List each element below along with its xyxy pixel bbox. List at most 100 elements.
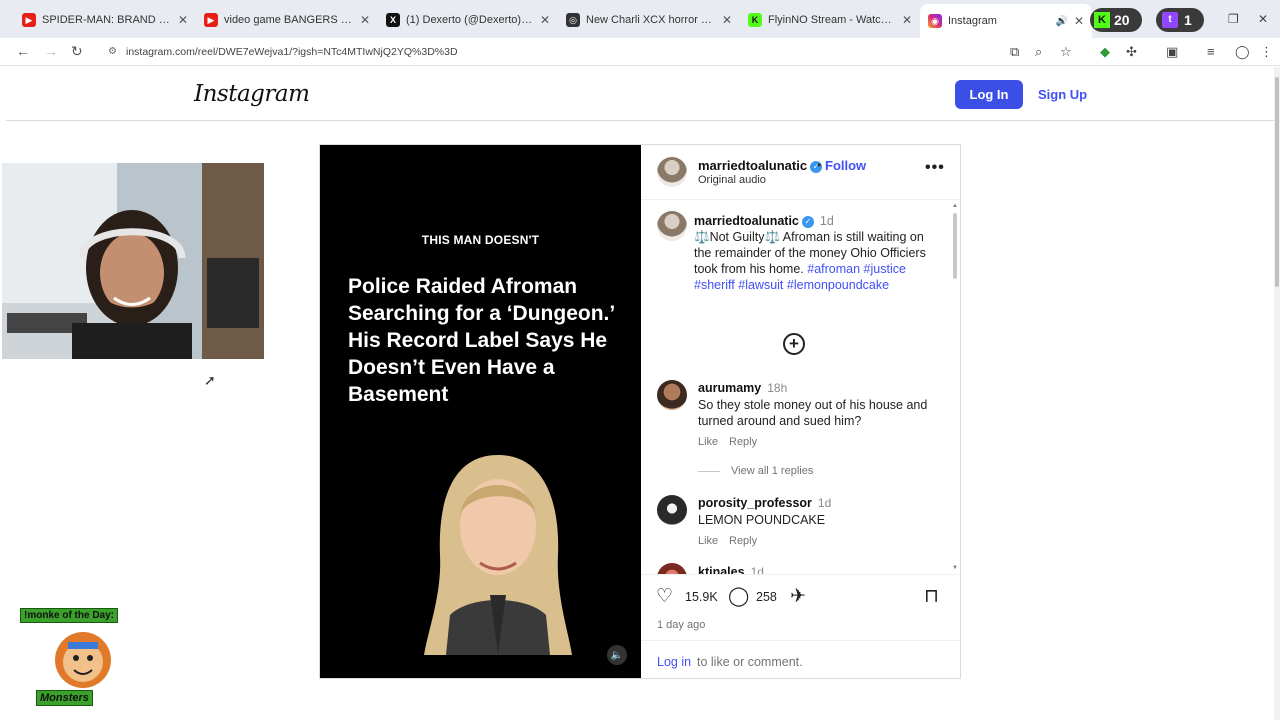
twitch-icon: t bbox=[1162, 12, 1178, 28]
address-bar-row: ← → ↻ ⚙ instagram.com/reel/DWE7eWejva1/?… bbox=[0, 38, 1280, 66]
bookmark-icon[interactable]: ⊓ bbox=[924, 585, 939, 608]
owner-avatar[interactable] bbox=[657, 211, 687, 241]
post-header: marriedtoalunatic ✓ • Follow Original aud… bbox=[641, 145, 960, 200]
follow-button[interactable]: Follow bbox=[825, 158, 866, 173]
reel-video[interactable]: THIS MAN DOESN'T Police Raided Afroman S… bbox=[320, 145, 641, 678]
instagram-logo[interactable]: Instagram bbox=[194, 81, 310, 107]
video-kicker-text: THIS MAN DOESN'T bbox=[421, 233, 540, 247]
volume-icon[interactable]: 🔈 bbox=[607, 645, 627, 665]
commenter-avatar[interactable] bbox=[657, 380, 687, 410]
browser-tab[interactable]: X (1) Dexerto (@Dexerto) / X ✕ bbox=[378, 6, 558, 34]
post-age: 1 day ago bbox=[657, 619, 706, 631]
like-count: 15.9K bbox=[685, 590, 718, 604]
monke-name: Monsters bbox=[36, 690, 93, 706]
like-comment-button[interactable]: Like bbox=[698, 436, 718, 448]
video-headline: Police Raided Afroman Searching for a ‘D… bbox=[348, 275, 615, 406]
streamer-webcam bbox=[2, 163, 264, 359]
post-caption: marriedtoalunatic ✓ 1d ⚖️Not Guilty⚖️ Afro… bbox=[694, 214, 926, 292]
close-icon[interactable]: ✕ bbox=[1074, 14, 1084, 28]
comment-bubble-icon[interactable]: ◯ bbox=[728, 585, 749, 608]
verified-badge-icon: ✓ bbox=[801, 216, 814, 228]
share-icon[interactable]: ✈ bbox=[790, 585, 806, 608]
log-in-button[interactable]: Log In bbox=[955, 80, 1023, 109]
site-info-icon[interactable]: ⚙ bbox=[108, 46, 117, 57]
comments-scrollbar[interactable]: ▲ ▼ bbox=[952, 203, 958, 571]
webcam-scene bbox=[2, 163, 264, 359]
owner-avatar[interactable] bbox=[657, 157, 687, 187]
extension-icon[interactable]: ◆ bbox=[1100, 44, 1110, 60]
more-options-icon[interactable]: ••• bbox=[925, 159, 945, 177]
view-replies-button[interactable]: View all 1 replies bbox=[731, 465, 813, 477]
presenter-figure bbox=[424, 455, 572, 655]
forward-arrow-icon[interactable]: → bbox=[44, 43, 58, 59]
post-sidebar: marriedtoalunatic ✓ • Follow Original aud… bbox=[641, 145, 960, 678]
back-arrow-icon[interactable]: ← bbox=[16, 43, 30, 59]
monke-label: !monke of the Day: bbox=[20, 608, 119, 623]
close-icon[interactable]: ✕ bbox=[722, 13, 732, 27]
browser-tab-bar: ▶ SPIDER-MAN: BRAND NEW DA ✕ ▶ video gam… bbox=[0, 0, 1280, 38]
hashtag-link[interactable]: #lawsuit bbox=[738, 278, 783, 292]
log-in-link[interactable]: Log in bbox=[657, 655, 691, 669]
close-icon[interactable]: ✕ bbox=[360, 13, 370, 27]
browser-tab[interactable]: ▶ video game BANGERS pt. 3 ✕ bbox=[196, 6, 378, 34]
kick-icon: K bbox=[1094, 12, 1110, 28]
separator-dot: • bbox=[817, 158, 822, 172]
url-field[interactable]: ⚙ instagram.com/reel/DWE7eWejva1/?igsh=N… bbox=[100, 41, 1000, 63]
hashtag-link[interactable]: #justice bbox=[864, 262, 906, 276]
reload-icon[interactable]: ↻ bbox=[71, 43, 83, 60]
close-window-icon[interactable]: ✕ bbox=[1258, 12, 1268, 26]
reply-button[interactable]: Reply bbox=[729, 535, 757, 547]
monkey-icon bbox=[55, 632, 111, 688]
close-icon[interactable]: ✕ bbox=[178, 13, 188, 27]
page-scrollbar[interactable] bbox=[1274, 67, 1280, 720]
load-more-comments-icon[interactable]: + bbox=[783, 333, 805, 355]
browser-tab-active[interactable]: ◉ Instagram 🔊 ✕ bbox=[920, 4, 1092, 38]
comments-panel[interactable]: marriedtoalunatic ✓ 1d ⚖️Not Guilty⚖️ Afro… bbox=[641, 201, 960, 575]
restore-window-icon[interactable]: ❐ bbox=[1228, 12, 1239, 26]
x-logo-icon: X bbox=[386, 13, 400, 27]
bookmark-star-icon[interactable]: ☆ bbox=[1060, 44, 1072, 60]
twitch-viewer-badge: t 1 bbox=[1156, 8, 1204, 32]
kick-viewer-badge: K 20 bbox=[1090, 8, 1142, 32]
hashtag-link[interactable]: #afroman bbox=[807, 262, 860, 276]
mouse-cursor-icon: ➚ bbox=[204, 372, 216, 388]
audio-label[interactable]: Original audio bbox=[698, 174, 766, 186]
login-to-comment: Log in to like or comment. bbox=[641, 640, 960, 678]
close-icon[interactable]: ✕ bbox=[540, 13, 550, 27]
instagram-header: Instagram Log In Sign Up bbox=[6, 67, 1274, 121]
comment-author[interactable]: porosity_professor 1d bbox=[698, 496, 831, 510]
post-actions: ♡ 15.9K ◯ 258 ✈ ⊓ bbox=[641, 583, 960, 613]
comment-text: LEMON POUNDCAKE bbox=[698, 513, 826, 527]
zoom-icon[interactable]: ⌕ bbox=[1035, 44, 1042, 60]
owner-username[interactable]: marriedtoalunatic ✓ bbox=[698, 158, 823, 173]
extensions-puzzle-icon[interactable]: ✣ bbox=[1126, 44, 1137, 60]
youtube-icon: ▶ bbox=[204, 13, 218, 27]
side-panel-icon[interactable]: ▣ bbox=[1166, 44, 1178, 60]
replies-divider bbox=[698, 471, 720, 472]
like-comment-button[interactable]: Like bbox=[698, 535, 718, 547]
reel-post: THIS MAN DOESN'T Police Raided Afroman S… bbox=[319, 144, 961, 679]
speaker-icon[interactable]: 🔊 bbox=[1055, 16, 1067, 27]
commenter-avatar[interactable] bbox=[657, 563, 687, 574]
profile-icon[interactable]: ◯ bbox=[1235, 44, 1250, 60]
globe-icon: ◎ bbox=[566, 13, 580, 27]
hashtag-link[interactable]: #sheriff bbox=[694, 278, 735, 292]
heart-icon[interactable]: ♡ bbox=[656, 585, 673, 608]
commenter-avatar[interactable] bbox=[657, 495, 687, 525]
browser-tab[interactable]: K FlyinNO Stream - Watch Live on ✕ bbox=[740, 6, 920, 34]
close-icon[interactable]: ✕ bbox=[902, 13, 912, 27]
menu-kebab-icon[interactable]: ⋮ bbox=[1260, 44, 1273, 60]
browser-tab[interactable]: ◎ New Charli XCX horror movie is ✕ bbox=[558, 6, 740, 34]
comment-count: 258 bbox=[756, 590, 777, 604]
browser-tab[interactable]: ▶ SPIDER-MAN: BRAND NEW DA ✕ bbox=[14, 6, 196, 34]
comment-author[interactable]: ktinales 1d bbox=[698, 565, 764, 574]
install-app-icon[interactable]: ⧉ bbox=[1010, 44, 1019, 60]
reply-button[interactable]: Reply bbox=[729, 436, 757, 448]
sign-up-link[interactable]: Sign Up bbox=[1038, 87, 1087, 102]
comment-text: So they stole money out of his house and… bbox=[698, 398, 928, 428]
kick-icon: K bbox=[748, 13, 762, 27]
media-controls-icon[interactable]: ≡ bbox=[1207, 44, 1215, 59]
hashtag-link[interactable]: #lemonpoundcake bbox=[787, 278, 889, 292]
comment-author[interactable]: aurumamy 18h bbox=[698, 381, 787, 395]
youtube-icon: ▶ bbox=[22, 13, 36, 27]
